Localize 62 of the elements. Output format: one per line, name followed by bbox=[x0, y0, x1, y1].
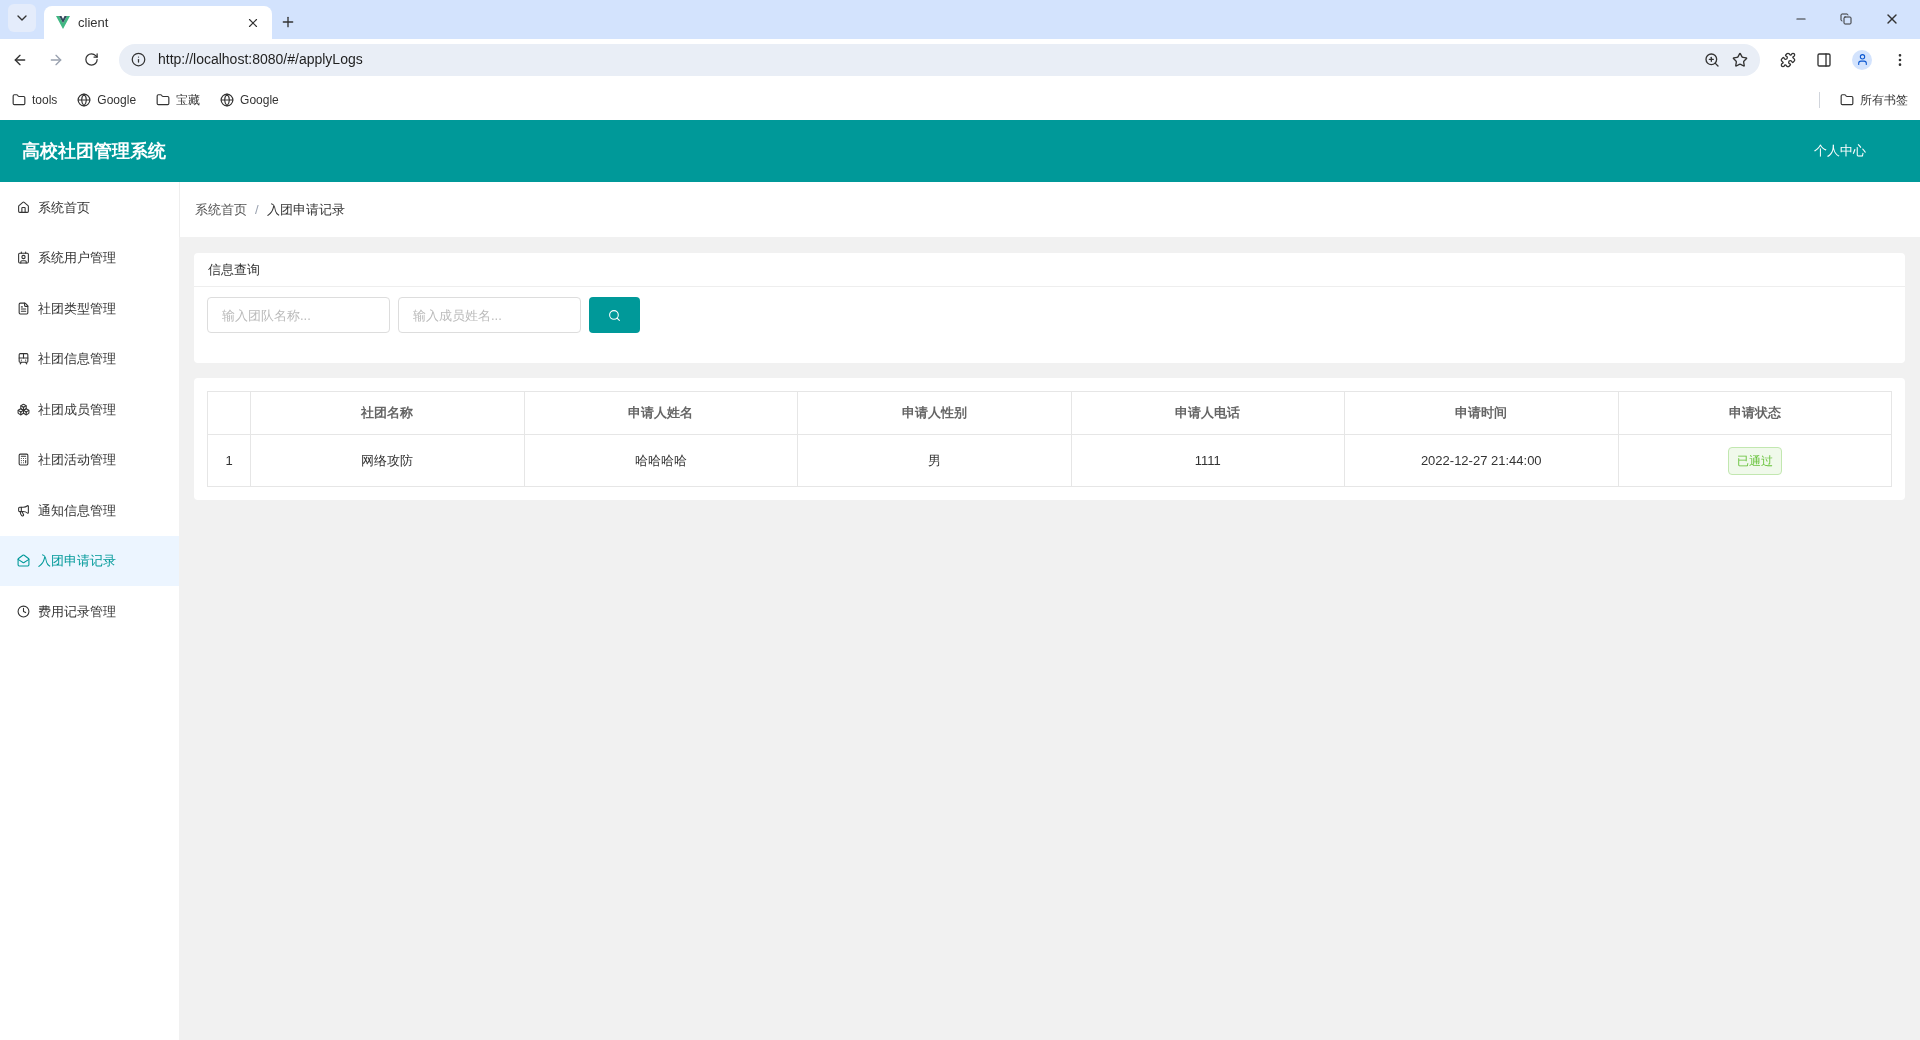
folder-icon bbox=[156, 93, 171, 107]
column-header: 申请状态 bbox=[1618, 391, 1892, 435]
side-panel-icon[interactable] bbox=[1816, 51, 1832, 68]
envelope-icon bbox=[17, 554, 30, 568]
folder-icon bbox=[12, 93, 26, 107]
bookmark-item[interactable]: tools bbox=[12, 91, 58, 109]
globe-icon bbox=[77, 93, 92, 107]
folder-icon bbox=[1840, 93, 1854, 107]
tram-icon bbox=[17, 352, 30, 366]
table-cell: 网络攻防 bbox=[250, 434, 524, 487]
star-icon[interactable] bbox=[1732, 51, 1748, 68]
address-bar[interactable]: http://localhost:8080/#/applyLogs bbox=[119, 43, 1760, 76]
row-number: 1 bbox=[207, 434, 251, 487]
app-title: 高校社团管理系统 bbox=[22, 139, 166, 163]
info-icon[interactable] bbox=[131, 52, 146, 67]
column-header: 申请人姓名 bbox=[524, 391, 798, 435]
megaphone-icon bbox=[17, 503, 30, 517]
table-cell: 男 bbox=[797, 434, 1071, 487]
search-field[interactable]: 输入团队名称... bbox=[207, 297, 390, 333]
breadcrumb-item: 入团申请记录 bbox=[266, 200, 345, 219]
sidebar-item[interactable]: 系统首页 bbox=[0, 182, 179, 233]
v-logo-icon bbox=[56, 16, 70, 29]
reload-icon[interactable] bbox=[84, 52, 99, 67]
browser-tab[interactable]: client bbox=[44, 6, 272, 39]
restore-icon[interactable] bbox=[1840, 13, 1852, 25]
column-header: 社团名称 bbox=[250, 391, 524, 435]
profile-icon[interactable] bbox=[1852, 49, 1872, 70]
bookmark-item[interactable]: Google bbox=[220, 91, 279, 109]
sidebar-item[interactable]: 社团类型管理 bbox=[0, 283, 179, 334]
extensions-icon[interactable] bbox=[1780, 51, 1796, 68]
bookmark-item[interactable]: 宝藏 bbox=[156, 91, 201, 109]
url-text: http://localhost:8080/#/applyLogs bbox=[158, 50, 363, 69]
new-tab-icon[interactable] bbox=[280, 14, 296, 30]
table-cell: 1111 bbox=[1071, 434, 1345, 487]
breadcrumb-separator: / bbox=[255, 200, 259, 219]
column-header: 申请人电话 bbox=[1071, 391, 1345, 435]
tab-title: client bbox=[78, 13, 110, 32]
tab-list-button[interactable] bbox=[8, 4, 36, 32]
sidebar-item[interactable]: 费用记录管理 bbox=[0, 586, 179, 637]
bookmark-item[interactable]: Google bbox=[77, 91, 137, 109]
card-title: 信息查询 bbox=[208, 260, 260, 279]
table-cell: 2022-12-27 21:44:00 bbox=[1344, 434, 1618, 487]
cubes-icon bbox=[17, 402, 30, 416]
sidebar-item[interactable]: 社团信息管理 bbox=[0, 333, 179, 384]
status-tag: 已通过 bbox=[1727, 446, 1782, 475]
calculator-icon bbox=[17, 453, 30, 467]
sidebar-item[interactable]: 系统用户管理 bbox=[0, 232, 179, 283]
all-bookmarks-button[interactable]: 所有书签 bbox=[1840, 91, 1908, 109]
search-field[interactable]: 输入成员姓名... bbox=[398, 297, 581, 333]
column-header: 申请时间 bbox=[1344, 391, 1618, 435]
home-icon bbox=[17, 200, 30, 214]
sidebar-item[interactable]: 通知信息管理 bbox=[0, 485, 179, 536]
document-icon bbox=[17, 301, 30, 315]
sidebar-item[interactable]: 社团成员管理 bbox=[0, 384, 179, 435]
table-cell: 哈哈哈哈 bbox=[524, 434, 798, 487]
clock-icon bbox=[17, 604, 30, 618]
search-icon bbox=[608, 308, 621, 322]
zoom-icon[interactable] bbox=[1704, 51, 1720, 68]
sidebar-item[interactable]: 社团活动管理 bbox=[0, 434, 179, 485]
column-header: 申请人性别 bbox=[797, 391, 1071, 435]
contact-icon bbox=[17, 251, 30, 265]
breadcrumb-item[interactable]: 系统首页 bbox=[195, 199, 247, 220]
